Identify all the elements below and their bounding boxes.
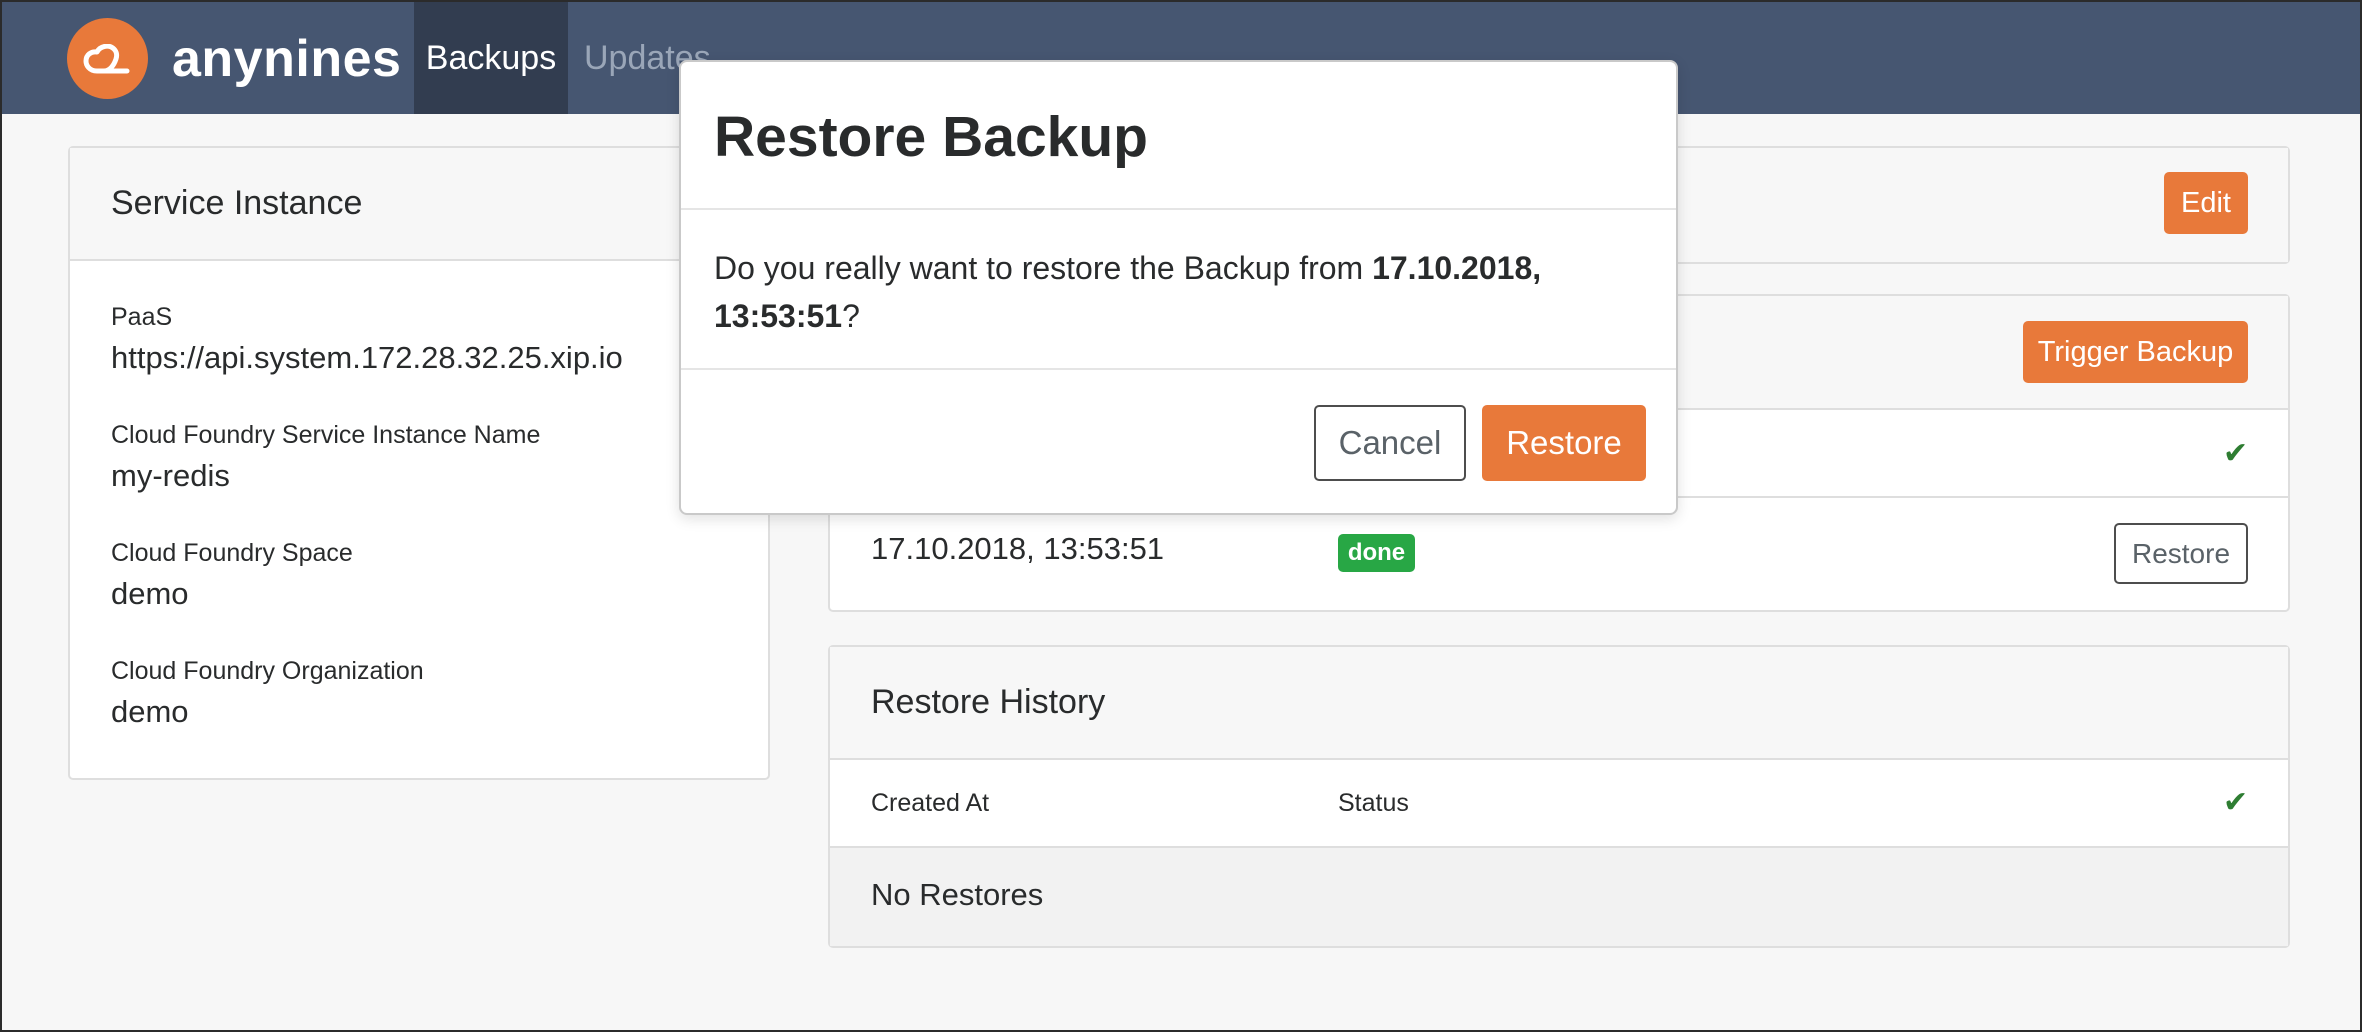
field-label: Cloud Foundry Service Instance Name [111, 421, 541, 449]
backup-created-at: 17.10.2018, 13:53:51 [871, 531, 1165, 566]
service-instance-title: Service Instance [70, 148, 768, 261]
nav-backups[interactable]: Backups [414, 2, 568, 114]
status-badge: done [1338, 534, 1415, 572]
no-restores-text: No Restores [871, 877, 1044, 912]
modal-message: Do you really want to restore the Backup… [714, 250, 1373, 286]
field-value: https://api.system.172.28.32.25.xip.io [111, 340, 623, 375]
field-label: Cloud Foundry Organization [111, 657, 424, 685]
checkmark-icon: ✔ [2223, 786, 2249, 819]
cancel-button[interactable]: Cancel [1314, 405, 1466, 481]
field-value: my-redis [111, 458, 230, 493]
app-window: anynines Backups Updates Service Instanc… [0, 0, 2362, 1032]
brand-name: anynines [172, 29, 402, 88]
modal-header: Restore Backup [681, 62, 1676, 210]
restore-row-button[interactable]: Restore [2114, 523, 2248, 584]
restore-history-title: Restore History [830, 647, 2288, 760]
restore-history-card: Restore History Created At Status ✔ No R… [828, 645, 2290, 948]
modal-body: Do you really want to restore the Backup… [681, 210, 1676, 370]
service-instance-card: Service Instance PaaS https://api.system… [68, 146, 770, 780]
column-status: Status [1338, 789, 1409, 817]
restore-history-empty-row: No Restores [830, 848, 2288, 946]
edit-button[interactable]: Edit [2164, 172, 2248, 234]
field-value: demo [111, 694, 189, 729]
brand[interactable]: anynines [67, 18, 401, 99]
modal-title: Restore Backup [714, 105, 1148, 169]
cloud-icon [67, 18, 148, 99]
field-label: Cloud Foundry Space [111, 539, 353, 567]
modal-question-mark: ? [842, 298, 860, 334]
field-label: PaaS [111, 303, 173, 331]
field-space: Cloud Foundry Space demo [111, 539, 353, 612]
field-instance-name: Cloud Foundry Service Instance Name my-r… [111, 421, 540, 494]
confirm-restore-button[interactable]: Restore [1482, 405, 1646, 481]
column-created-at: Created At [871, 789, 990, 817]
field-value: demo [111, 576, 189, 611]
restore-history-table-header: Created At Status ✔ [830, 760, 2288, 848]
restore-backup-modal: Restore Backup Do you really want to res… [679, 60, 1678, 515]
trigger-backup-button[interactable]: Trigger Backup [2023, 321, 2248, 383]
field-paas: PaaS https://api.system.172.28.32.25.xip… [111, 303, 623, 376]
checkmark-icon: ✔ [2223, 437, 2249, 470]
field-organization: Cloud Foundry Organization demo [111, 657, 424, 730]
